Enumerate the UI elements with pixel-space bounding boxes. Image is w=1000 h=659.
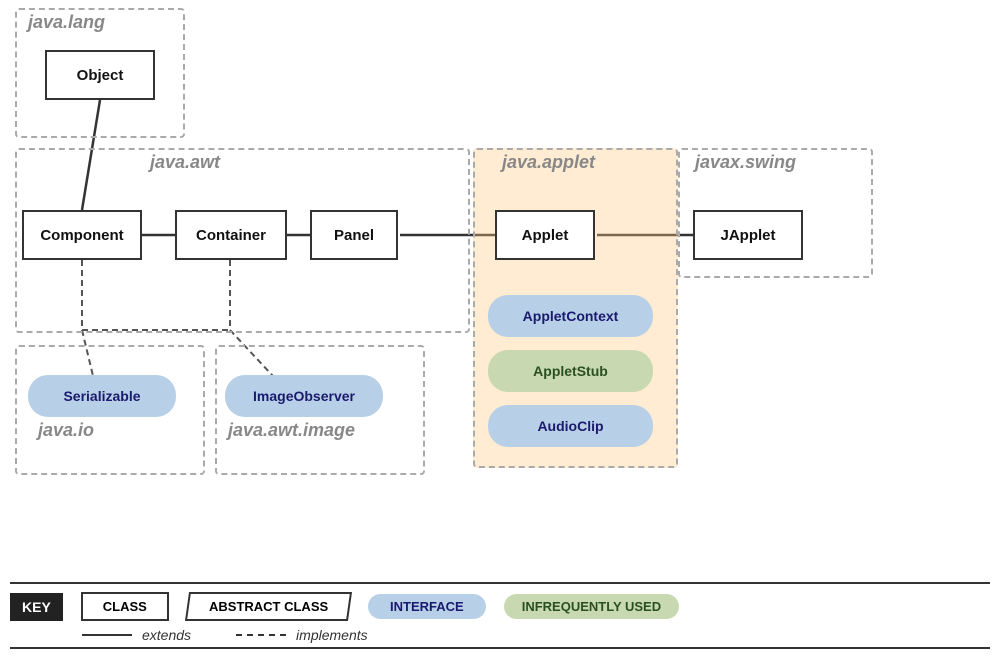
legend-divider-bottom: [10, 647, 990, 649]
interface-appletstub: AppletStub: [488, 350, 653, 392]
pkg-java-applet-label: java.applet: [502, 152, 595, 173]
pkg-java-awt-image-label: java.awt.image: [228, 420, 355, 441]
legend-infreq-pill: INFREQUENTLY USED: [504, 594, 679, 619]
interface-serializable: Serializable: [28, 375, 176, 417]
legend-solid-line: [82, 634, 132, 636]
class-component: Component: [22, 210, 142, 260]
legend-interface-pill: INTERFACE: [368, 594, 486, 619]
legend-implements: implements: [236, 627, 368, 643]
legend-dashed-line: [236, 634, 286, 636]
legend-row-lines: extends implements: [82, 627, 990, 643]
pkg-java-awt-label: java.awt: [150, 152, 220, 173]
legend-class-item: CLASS: [81, 592, 169, 621]
class-applet: Applet: [495, 210, 595, 260]
class-object: Object: [45, 50, 155, 100]
pkg-java-lang-label: java.lang: [28, 12, 105, 33]
interface-audioclip: AudioClip: [488, 405, 653, 447]
diagram-area: java.lang java.awt java.applet javax.swi…: [0, 0, 1000, 659]
legend-class-box: CLASS: [81, 592, 169, 621]
legend-row-items: KEY CLASS ABSTRACT CLASS INTERFACE INFRE: [10, 592, 990, 621]
interface-appletcontext: AppletContext: [488, 295, 653, 337]
interface-imageobserver: ImageObserver: [225, 375, 383, 417]
legend-extends: extends: [82, 627, 191, 643]
pkg-javax-swing-label: javax.swing: [695, 152, 796, 173]
class-panel: Panel: [310, 210, 398, 260]
pkg-java-io-label: java.io: [38, 420, 94, 441]
class-japplet: JApplet: [693, 210, 803, 260]
legend: KEY CLASS ABSTRACT CLASS INTERFACE INFRE: [10, 582, 990, 650]
class-container: Container: [175, 210, 287, 260]
legend-abstract-item: ABSTRACT CLASS: [187, 592, 350, 621]
legend-key-box: KEY: [10, 593, 63, 621]
legend-divider-top: [10, 582, 990, 585]
legend-abstract-box: ABSTRACT CLASS: [185, 592, 352, 621]
